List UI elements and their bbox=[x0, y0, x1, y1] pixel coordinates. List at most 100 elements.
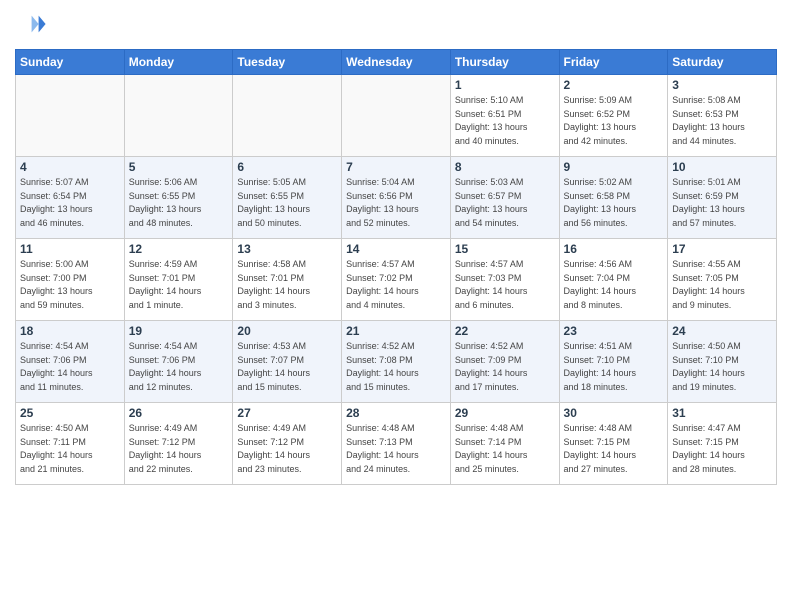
day-number: 25 bbox=[20, 406, 120, 420]
day-detail: Sunrise: 4:47 AM Sunset: 7:15 PM Dayligh… bbox=[672, 422, 772, 476]
weekday-header: Monday bbox=[124, 50, 233, 75]
day-detail: Sunrise: 5:01 AM Sunset: 6:59 PM Dayligh… bbox=[672, 176, 772, 230]
day-detail: Sunrise: 4:59 AM Sunset: 7:01 PM Dayligh… bbox=[129, 258, 229, 312]
weekday-header: Saturday bbox=[668, 50, 777, 75]
day-number: 7 bbox=[346, 160, 446, 174]
calendar-cell: 6Sunrise: 5:05 AM Sunset: 6:55 PM Daylig… bbox=[233, 157, 342, 239]
calendar-cell: 13Sunrise: 4:58 AM Sunset: 7:01 PM Dayli… bbox=[233, 239, 342, 321]
calendar-cell: 29 Sunrise: 4:48 AM Sunset: 7:14 PM Dayli… bbox=[450, 403, 559, 485]
day-detail: Sunrise: 4:51 AM Sunset: 7:10 PM Dayligh… bbox=[564, 340, 664, 394]
logo bbox=[15, 10, 47, 43]
day-number: 14 bbox=[346, 242, 446, 256]
day-detail: Sunrise: 4:48 AM Sunset: 7:13 PM Dayligh… bbox=[346, 422, 446, 476]
calendar-cell: 20 Sunrise: 4:53 AM Sunset: 7:07 PM Dayli… bbox=[233, 321, 342, 403]
day-number: 16 bbox=[564, 242, 664, 256]
header-row: SundayMondayTuesdayWednesdayThursdayFrid… bbox=[16, 50, 777, 75]
calendar-week-row: 25 Sunrise: 4:50 AM Sunset: 7:11 PM Dayli… bbox=[16, 403, 777, 485]
calendar-week-row: 4 Sunrise: 5:07 AM Sunset: 6:54 PM Daylig… bbox=[16, 157, 777, 239]
calendar-cell bbox=[233, 75, 342, 157]
calendar-cell: 12 Sunrise: 4:59 AM Sunset: 7:01 PM Dayli… bbox=[124, 239, 233, 321]
day-detail: Sunrise: 4:53 AM Sunset: 7:07 PM Dayligh… bbox=[237, 340, 337, 394]
day-detail: Sunrise: 4:49 AM Sunset: 7:12 PM Dayligh… bbox=[237, 422, 337, 476]
calendar-cell: 5Sunrise: 5:06 AM Sunset: 6:55 PM Daylig… bbox=[124, 157, 233, 239]
calendar-cell: 4 Sunrise: 5:07 AM Sunset: 6:54 PM Daylig… bbox=[16, 157, 125, 239]
day-detail: Sunrise: 5:05 AM Sunset: 6:55 PM Dayligh… bbox=[237, 176, 337, 230]
calendar-table: SundayMondayTuesdayWednesdayThursdayFrid… bbox=[15, 49, 777, 485]
day-number: 4 bbox=[20, 160, 120, 174]
calendar-cell: 10 Sunrise: 5:01 AM Sunset: 6:59 PM Dayli… bbox=[668, 157, 777, 239]
day-number: 29 bbox=[455, 406, 555, 420]
calendar-cell: 8Sunrise: 5:03 AM Sunset: 6:57 PM Daylig… bbox=[450, 157, 559, 239]
day-detail: Sunrise: 5:09 AM Sunset: 6:52 PM Dayligh… bbox=[564, 94, 664, 148]
day-number: 22 bbox=[455, 324, 555, 338]
day-number: 30 bbox=[564, 406, 664, 420]
weekday-header: Wednesday bbox=[342, 50, 451, 75]
day-detail: Sunrise: 4:56 AM Sunset: 7:04 PM Dayligh… bbox=[564, 258, 664, 312]
day-number: 20 bbox=[237, 324, 337, 338]
calendar-cell: 18 Sunrise: 4:54 AM Sunset: 7:06 PM Dayli… bbox=[16, 321, 125, 403]
day-number: 8 bbox=[455, 160, 555, 174]
calendar-week-row: 1Sunrise: 5:10 AM Sunset: 6:51 PM Daylig… bbox=[16, 75, 777, 157]
calendar-cell: 1Sunrise: 5:10 AM Sunset: 6:51 PM Daylig… bbox=[450, 75, 559, 157]
day-detail: Sunrise: 5:10 AM Sunset: 6:51 PM Dayligh… bbox=[455, 94, 555, 148]
day-detail: Sunrise: 4:49 AM Sunset: 7:12 PM Dayligh… bbox=[129, 422, 229, 476]
day-detail: Sunrise: 5:04 AM Sunset: 6:56 PM Dayligh… bbox=[346, 176, 446, 230]
calendar-week-row: 11Sunrise: 5:00 AM Sunset: 7:00 PM Dayli… bbox=[16, 239, 777, 321]
day-number: 17 bbox=[672, 242, 772, 256]
logo-icon bbox=[19, 10, 47, 38]
calendar-cell: 16 Sunrise: 4:56 AM Sunset: 7:04 PM Dayli… bbox=[559, 239, 668, 321]
day-number: 12 bbox=[129, 242, 229, 256]
day-detail: Sunrise: 5:00 AM Sunset: 7:00 PM Dayligh… bbox=[20, 258, 120, 312]
calendar-cell: 31 Sunrise: 4:47 AM Sunset: 7:15 PM Dayli… bbox=[668, 403, 777, 485]
calendar-cell bbox=[124, 75, 233, 157]
day-number: 23 bbox=[564, 324, 664, 338]
calendar-cell: 2 Sunrise: 5:09 AM Sunset: 6:52 PM Daylig… bbox=[559, 75, 668, 157]
day-number: 27 bbox=[237, 406, 337, 420]
day-number: 3 bbox=[672, 78, 772, 92]
day-number: 10 bbox=[672, 160, 772, 174]
day-detail: Sunrise: 4:50 AM Sunset: 7:11 PM Dayligh… bbox=[20, 422, 120, 476]
day-number: 9 bbox=[564, 160, 664, 174]
day-detail: Sunrise: 4:54 AM Sunset: 7:06 PM Dayligh… bbox=[20, 340, 120, 394]
day-number: 21 bbox=[346, 324, 446, 338]
day-detail: Sunrise: 4:55 AM Sunset: 7:05 PM Dayligh… bbox=[672, 258, 772, 312]
weekday-header: Thursday bbox=[450, 50, 559, 75]
calendar-cell: 30Sunrise: 4:48 AM Sunset: 7:15 PM Dayli… bbox=[559, 403, 668, 485]
day-number: 19 bbox=[129, 324, 229, 338]
page: SundayMondayTuesdayWednesdayThursdayFrid… bbox=[0, 0, 792, 612]
calendar-cell bbox=[342, 75, 451, 157]
day-detail: Sunrise: 4:57 AM Sunset: 7:03 PM Dayligh… bbox=[455, 258, 555, 312]
day-number: 15 bbox=[455, 242, 555, 256]
day-detail: Sunrise: 4:54 AM Sunset: 7:06 PM Dayligh… bbox=[129, 340, 229, 394]
calendar-cell: 26 Sunrise: 4:49 AM Sunset: 7:12 PM Dayli… bbox=[124, 403, 233, 485]
calendar-cell bbox=[16, 75, 125, 157]
calendar-cell: 17 Sunrise: 4:55 AM Sunset: 7:05 PM Dayli… bbox=[668, 239, 777, 321]
calendar-week-row: 18 Sunrise: 4:54 AM Sunset: 7:06 PM Dayli… bbox=[16, 321, 777, 403]
calendar-cell: 3 Sunrise: 5:08 AM Sunset: 6:53 PM Daylig… bbox=[668, 75, 777, 157]
calendar-cell: 23 Sunrise: 4:51 AM Sunset: 7:10 PM Dayli… bbox=[559, 321, 668, 403]
day-number: 13 bbox=[237, 242, 337, 256]
day-number: 2 bbox=[564, 78, 664, 92]
calendar-cell: 15 Sunrise: 4:57 AM Sunset: 7:03 PM Dayli… bbox=[450, 239, 559, 321]
calendar-cell: 27 Sunrise: 4:49 AM Sunset: 7:12 PM Dayli… bbox=[233, 403, 342, 485]
day-detail: Sunrise: 4:48 AM Sunset: 7:14 PM Dayligh… bbox=[455, 422, 555, 476]
calendar-cell: 9 Sunrise: 5:02 AM Sunset: 6:58 PM Daylig… bbox=[559, 157, 668, 239]
weekday-header: Tuesday bbox=[233, 50, 342, 75]
day-number: 28 bbox=[346, 406, 446, 420]
day-detail: Sunrise: 5:02 AM Sunset: 6:58 PM Dayligh… bbox=[564, 176, 664, 230]
day-detail: Sunrise: 5:07 AM Sunset: 6:54 PM Dayligh… bbox=[20, 176, 120, 230]
day-detail: Sunrise: 4:52 AM Sunset: 7:09 PM Dayligh… bbox=[455, 340, 555, 394]
day-detail: Sunrise: 4:57 AM Sunset: 7:02 PM Dayligh… bbox=[346, 258, 446, 312]
day-number: 5 bbox=[129, 160, 229, 174]
day-number: 24 bbox=[672, 324, 772, 338]
day-number: 31 bbox=[672, 406, 772, 420]
calendar-cell: 19 Sunrise: 4:54 AM Sunset: 7:06 PM Dayli… bbox=[124, 321, 233, 403]
day-detail: Sunrise: 4:52 AM Sunset: 7:08 PM Dayligh… bbox=[346, 340, 446, 394]
day-number: 18 bbox=[20, 324, 120, 338]
calendar-cell: 28 Sunrise: 4:48 AM Sunset: 7:13 PM Dayli… bbox=[342, 403, 451, 485]
day-number: 26 bbox=[129, 406, 229, 420]
day-detail: Sunrise: 5:08 AM Sunset: 6:53 PM Dayligh… bbox=[672, 94, 772, 148]
header bbox=[15, 10, 777, 43]
weekday-header: Friday bbox=[559, 50, 668, 75]
calendar-cell: 7 Sunrise: 5:04 AM Sunset: 6:56 PM Daylig… bbox=[342, 157, 451, 239]
